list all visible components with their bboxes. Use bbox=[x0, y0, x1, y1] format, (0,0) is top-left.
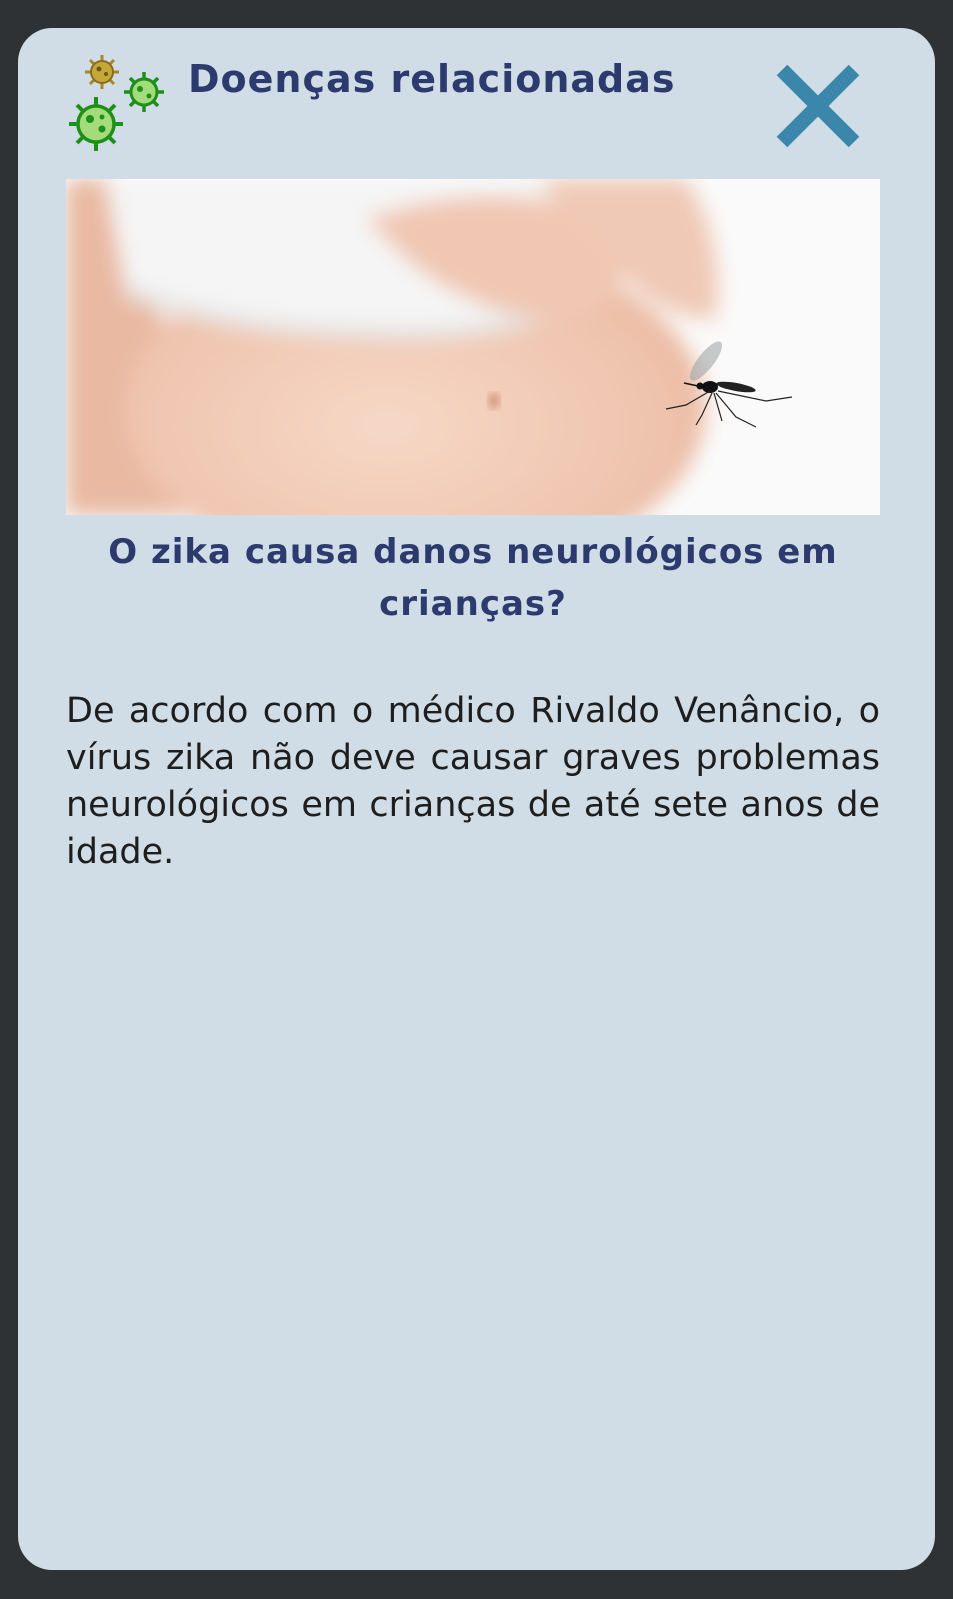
virus-icon bbox=[69, 55, 164, 151]
virus-green-large-icon bbox=[69, 97, 123, 151]
close-icon[interactable] bbox=[770, 58, 866, 154]
article-body: De acordo com o médico Rivaldo Venâncio,… bbox=[66, 691, 880, 872]
virus-gold-icon bbox=[85, 55, 119, 89]
virus-green-small-icon bbox=[124, 72, 164, 112]
article-question: O zika causa danos neurológicos em crian… bbox=[108, 532, 838, 624]
device-frame: Doenças relacionadas O zika causa danos … bbox=[0, 0, 953, 1599]
disease-card: Doenças relacionadas O zika causa danos … bbox=[18, 28, 935, 1570]
page-title: Doenças relacionadas bbox=[188, 57, 676, 101]
pregnant-belly-mosquito-image bbox=[66, 179, 880, 515]
